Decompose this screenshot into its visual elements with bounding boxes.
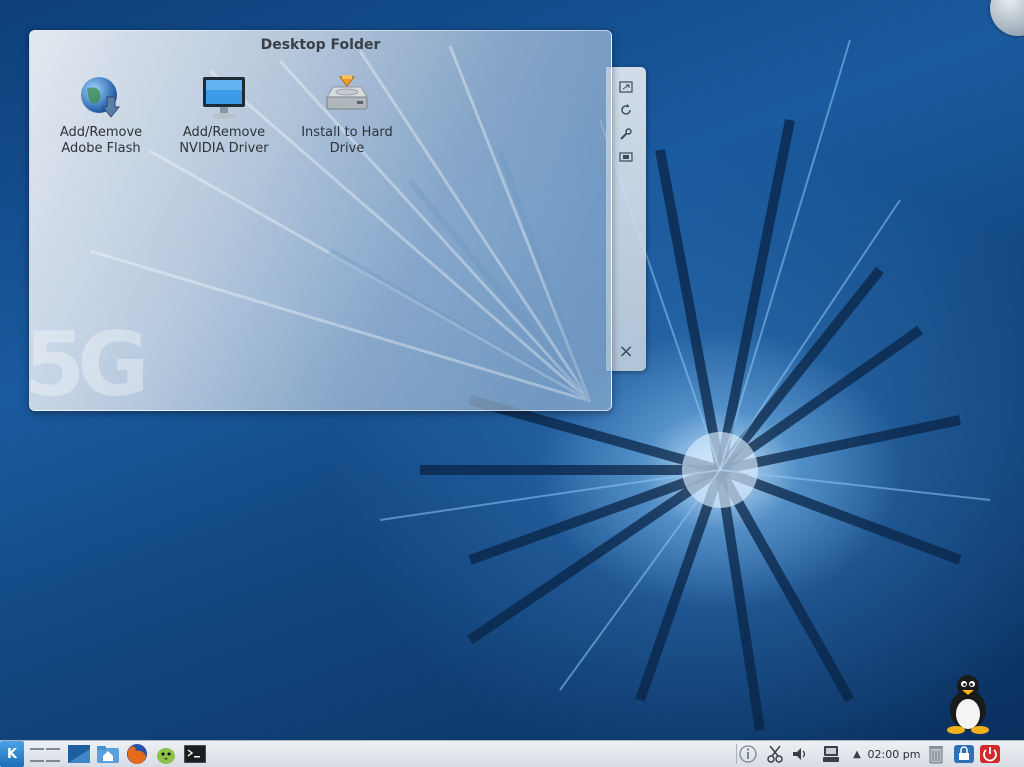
terminal-icon[interactable]: [182, 742, 208, 766]
hard-drive-install-icon: [323, 73, 371, 121]
desktop-item-label: Add/Remove NVIDIA Driver: [179, 125, 269, 156]
folder-title: Desktop Folder: [260, 37, 381, 53]
kmenu-button[interactable]: K: [0, 741, 24, 767]
show-desktop-icon[interactable]: [66, 742, 92, 766]
globe-download-icon: [77, 73, 125, 121]
close-icon[interactable]: ×: [617, 341, 635, 362]
pager-desktop-3[interactable]: [30, 760, 44, 762]
trash-icon[interactable]: [926, 742, 946, 766]
pager-desktop-1[interactable]: [30, 748, 44, 750]
folder-watermark: 5G: [29, 313, 150, 411]
desktop-item-install-hard-drive[interactable]: Install to Hard Drive: [292, 73, 402, 157]
pager-desktop-4[interactable]: [46, 760, 60, 762]
rotate-icon[interactable]: [617, 101, 635, 119]
fit-icon[interactable]: [617, 148, 635, 166]
resize-icon[interactable]: [617, 78, 635, 96]
desktop-item-nvidia-driver[interactable]: Add/Remove NVIDIA Driver: [169, 73, 279, 157]
desktop-folder-widget: 5G Desktop Folder Add/Remove Adobe Flash…: [29, 30, 612, 411]
desktop-item-label: Add/Remove Adobe Flash: [59, 125, 143, 156]
pidgin-icon[interactable]: [153, 742, 179, 766]
tux-penguin-icon: [942, 672, 994, 734]
firefox-icon[interactable]: [124, 742, 150, 766]
desktop-item-adobe-flash[interactable]: Add/Remove Adobe Flash: [46, 73, 156, 157]
home-folder-icon[interactable]: [95, 742, 121, 766]
taskbar-separator: [736, 744, 737, 764]
desktop-pager[interactable]: [30, 742, 60, 767]
pager-desktop-2[interactable]: [46, 748, 60, 750]
info-icon[interactable]: [738, 742, 758, 766]
desktop-item-label: Install to Hard Drive: [301, 125, 393, 156]
volume-icon[interactable]: [790, 742, 810, 766]
monitor-icon: [200, 73, 248, 121]
klipper-scissors-icon[interactable]: [765, 742, 785, 766]
clock[interactable]: 02:00 pm: [866, 742, 922, 766]
power-icon[interactable]: [978, 742, 1002, 766]
settings-wrench-icon[interactable]: [617, 125, 635, 143]
expand-arrow-icon[interactable]: ▲: [850, 742, 864, 766]
lock-icon[interactable]: [952, 742, 976, 766]
network-icon[interactable]: [820, 742, 842, 766]
